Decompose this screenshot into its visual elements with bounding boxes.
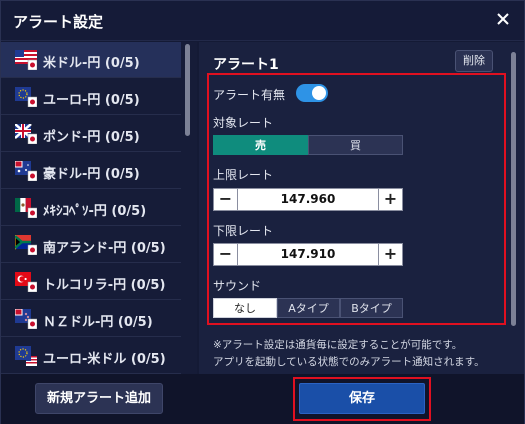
lower-rate-label: 下限レート [213,224,274,238]
sound-label: サウンド [213,279,262,293]
tr-jp-flag-icon [15,272,37,292]
eu-us-flag-icon [15,346,37,366]
pair-item-eurjpy[interactable]: ユーロ-円 (0/5) [1,79,181,115]
sidebar-scrollbar-thumb[interactable] [185,44,190,136]
upper-rate-plus-button[interactable]: + [378,188,403,211]
pair-label: 南アランド-円 (0/5) [43,241,166,256]
pair-label: 米ドル-円 (0/5) [43,56,140,71]
pair-item-nzdjpy[interactable]: ＮＺドル-円 (0/5) [1,301,181,337]
pair-item-mxnjpy[interactable]: ﾒｷｼｺﾍﾟｿ-円 (0/5) [1,190,181,226]
rate-buy-option[interactable]: 買 [308,135,403,155]
dialog-title: アラート設定 [13,13,104,31]
dialog-footer: 新規アラート追加 保存 [1,374,524,424]
target-rate-label: 対象レート [213,116,274,130]
mx-jp-flag-icon [15,198,37,218]
pair-item-gbpjpy[interactable]: ポンド-円 (0/5) [1,116,181,152]
delete-button[interactable]: 削除 [455,50,493,72]
au-jp-flag-icon [15,161,37,181]
pair-item-eurusd[interactable]: ユーロ-米ドル (0/5) [1,338,181,374]
note-line-1: ※アラート設定は通貨毎に設定することが可能です。 [213,339,463,351]
za-jp-flag-icon [15,235,37,255]
gb-jp-flag-icon [15,124,37,144]
panel-scrollbar-thumb[interactable] [511,52,516,326]
alert-title: アラート1 [213,57,279,73]
lower-rate-plus-button[interactable]: + [378,243,403,266]
pair-label: ユーロ-円 (0/5) [43,93,140,108]
upper-rate-label: 上限レート [213,168,274,182]
alert-edit-panel: アラート1 削除 アラート有無 対象レート 売 買 上限レート − 147.96… [199,42,524,374]
dialog-titlebar: アラート設定 [1,1,524,41]
pair-label: トルコリラ-円 (0/5) [43,278,166,293]
close-icon[interactable] [492,8,514,30]
sound-type-b-option[interactable]: Bタイプ [340,298,403,318]
note-line-2: アプリを起動している状態でのみアラート通知されます。 [213,356,485,368]
lower-rate-minus-button[interactable]: − [213,243,238,266]
pair-label: ユーロ-米ドル (0/5) [43,352,166,367]
alert-enabled-toggle[interactable] [296,84,328,102]
upper-rate-minus-button[interactable]: − [213,188,238,211]
rate-sell-option[interactable]: 売 [213,135,308,155]
lower-rate-input[interactable]: 147.910 [238,243,378,266]
pair-label: 豪ドル-円 (0/5) [43,167,140,182]
alert-enabled-label: アラート有無 [213,88,286,102]
sound-none-option[interactable]: なし [213,298,277,318]
pair-label: ポンド-円 (0/5) [43,130,140,145]
toggle-knob [312,86,326,100]
pair-item-audjpy[interactable]: 豪ドル-円 (0/5) [1,153,181,189]
us-jp-flag-icon [15,50,37,70]
pair-label: ＮＺドル-円 (0/5) [43,315,153,330]
pair-item-tryjpy[interactable]: トルコリラ-円 (0/5) [1,264,181,300]
upper-rate-input[interactable]: 147.960 [238,188,378,211]
nz-jp-flag-icon [15,309,37,329]
sound-type-a-option[interactable]: Aタイプ [277,298,340,318]
alert-settings-dialog: アラート設定 米ドル-円 (0/5) ユーロ-円 (0/5) ポンド-円 (0/… [0,0,525,424]
pair-item-zarjpy[interactable]: 南アランド-円 (0/5) [1,227,181,263]
pair-label: ﾒｷｼｺﾍﾟｿ-円 (0/5) [43,204,147,219]
save-button[interactable]: 保存 [299,383,425,414]
add-alert-button[interactable]: 新規アラート追加 [35,383,163,414]
eu-jp-flag-icon [15,87,37,107]
currency-pair-list: 米ドル-円 (0/5) ユーロ-円 (0/5) ポンド-円 (0/5) 豪ドル-… [1,42,197,374]
pair-item-usdjpy[interactable]: 米ドル-円 (0/5) [1,42,181,78]
